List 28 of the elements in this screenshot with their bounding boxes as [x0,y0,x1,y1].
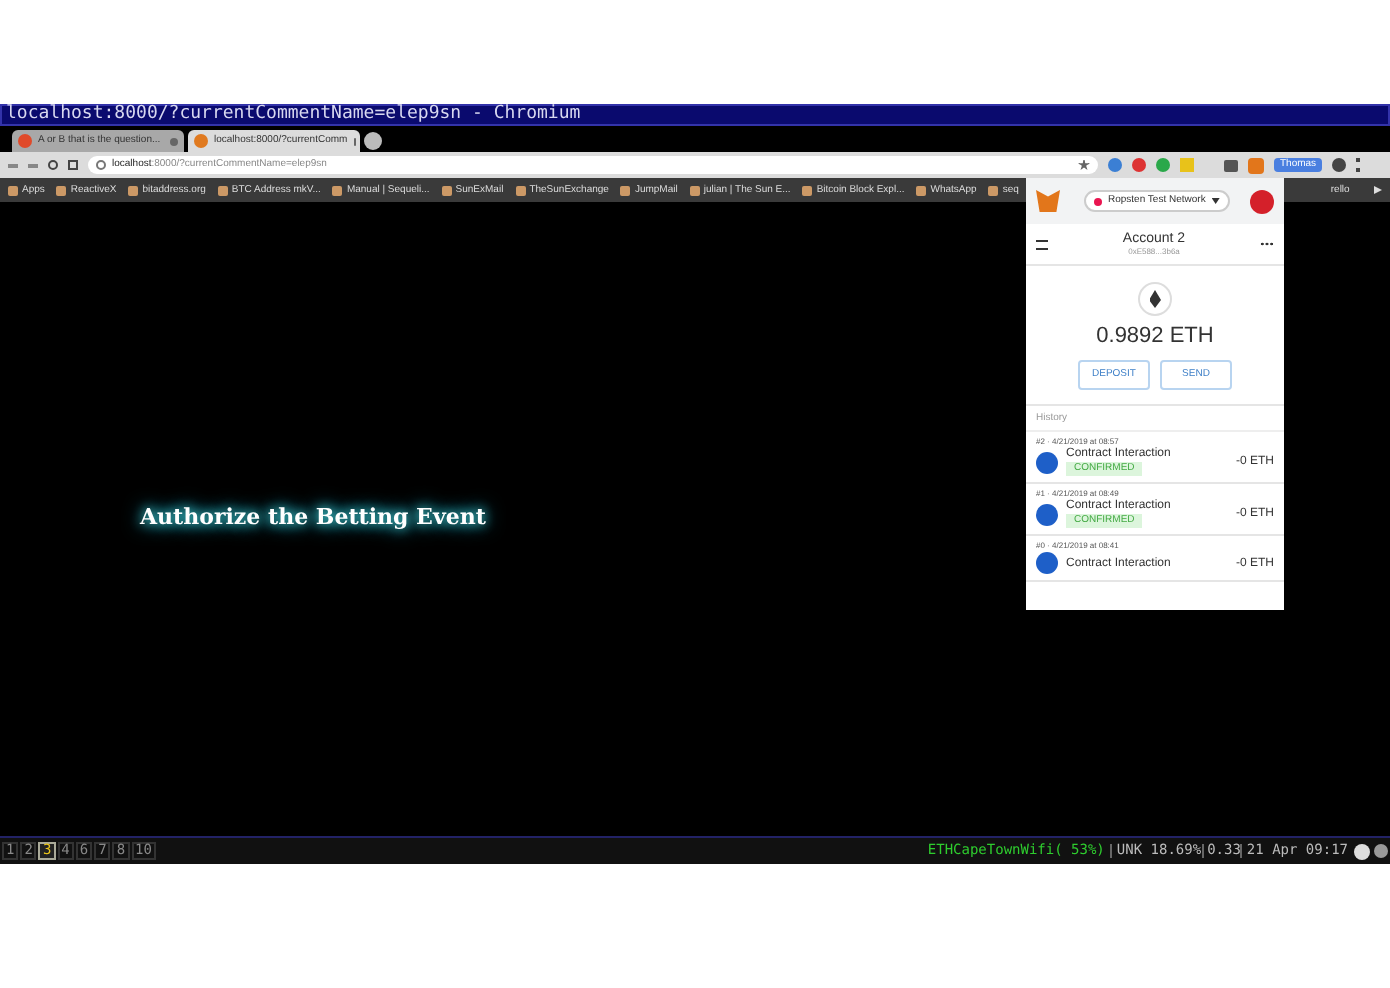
bookmark-favicon-icon [56,185,67,195]
page-heading: Authorize the Betting Event [140,502,486,535]
bookmark-favicon-icon [441,185,452,195]
account-avatar-icon[interactable] [1250,189,1274,213]
avatar-icon[interactable] [1332,158,1347,172]
bookmark-favicon-icon [332,185,343,195]
caret-icon [1211,198,1220,204]
more-bookmarks-icon[interactable] [1374,186,1382,194]
contract-icon [1036,552,1058,574]
window-title: localhost:8000/?currentCommentName=elep9sn - Chromium [6,106,581,124]
bookmark-favicon-icon [802,185,813,195]
bookmark-favicon-icon [916,185,927,195]
bookmark-favicon-icon [8,185,18,195]
ethereum-logo-icon [1138,282,1172,316]
contract-icon [1036,503,1058,525]
contract-icon [1036,451,1058,473]
bookmark-favicon-icon [988,185,999,195]
tab-favicon-icon [18,134,32,148]
bookmark-favicon-icon [128,185,139,195]
fox-logo-icon [1036,190,1060,212]
info-icon [96,160,106,170]
tab-favicon-icon [194,134,208,148]
bookmark-favicon-icon [217,185,228,195]
bookmark-favicon-icon [620,185,631,195]
balance: 0.9892 ETH [1096,326,1214,348]
bookmark-favicon-icon [515,185,526,195]
new-tab-icon[interactable] [364,132,382,150]
bookmark-favicon-icon [689,185,700,195]
